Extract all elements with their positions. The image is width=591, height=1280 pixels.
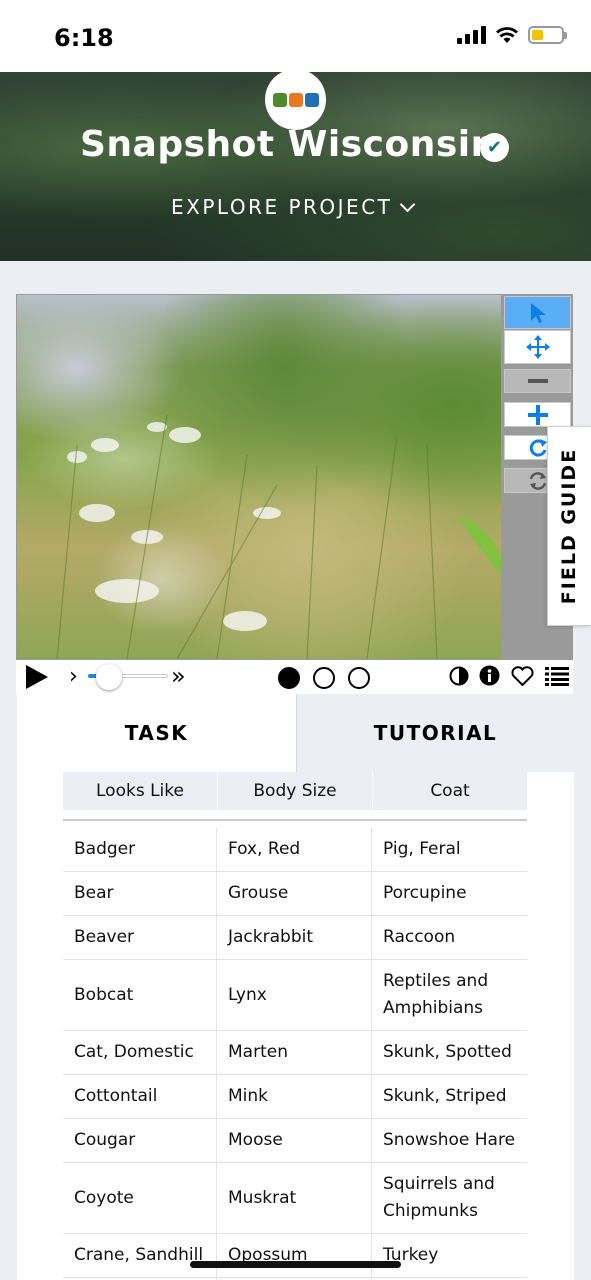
wifi-icon [496, 27, 518, 43]
frame-2-button[interactable] [313, 667, 335, 689]
reset-icon [529, 471, 546, 490]
species-choice[interactable]: Porcupine [372, 872, 527, 916]
explore-project-label: EXPLORE PROJECT [171, 195, 393, 219]
species-choice[interactable]: Opossum [217, 1234, 372, 1278]
species-choice[interactable]: Coyote [63, 1163, 217, 1234]
pointer-tool-button[interactable] [504, 296, 571, 329]
frame-3-button[interactable] [348, 667, 370, 689]
status-bar: 6:18 [0, 0, 591, 72]
species-choice[interactable]: Cottontail [63, 1075, 217, 1119]
species-grid: Badger Fox, Red Pig, Feral Bear Grouse Porcup… [63, 828, 527, 1280]
species-choice[interactable]: Snowshoe Hare [372, 1119, 527, 1163]
subject-viewer [16, 294, 573, 660]
status-time: 6:18 [54, 24, 114, 52]
invert-icon[interactable] [449, 666, 469, 686]
species-choice[interactable]: Grouse [217, 872, 372, 916]
info-icon[interactable] [479, 665, 500, 686]
species-choice[interactable]: Lynx [217, 960, 372, 1031]
grass-overlay [56, 414, 501, 659]
species-choice[interactable]: Fox, Red [217, 828, 372, 872]
species-choice[interactable]: Marten [217, 1031, 372, 1075]
battery-icon [528, 26, 567, 44]
species-choice[interactable]: Mink [217, 1075, 372, 1119]
species-choice[interactable]: Beaver [63, 916, 217, 960]
species-choice[interactable]: Reptiles and Amphibians [372, 960, 527, 1031]
project-title: Snapshot Wisconsin [80, 124, 497, 165]
project-header: Snapshot Wisconsin ✔ EXPLORE PROJECT [0, 72, 591, 261]
zoom-in-icon [527, 404, 548, 425]
species-choice[interactable]: Crane, Sandhill [63, 1234, 217, 1278]
tab-tutorial[interactable]: TUTORIAL [296, 694, 574, 772]
species-choice[interactable]: Turkey [372, 1234, 527, 1278]
play-icon[interactable] [26, 665, 48, 689]
species-choice[interactable]: Cat, Domestic [63, 1031, 217, 1075]
species-choice[interactable]: Jackrabbit [217, 916, 372, 960]
move-icon [525, 335, 550, 359]
chevron-down-icon [400, 196, 416, 212]
species-choice[interactable]: Raccoon [372, 916, 527, 960]
collections-icon[interactable] [545, 666, 569, 686]
species-choice[interactable]: Pig, Feral [372, 828, 527, 872]
checkmark-icon: ✔ [480, 133, 509, 162]
divider [63, 819, 527, 821]
status-icons [457, 26, 567, 44]
step-forward-icon[interactable]: › [69, 664, 78, 689]
move-tool-button[interactable] [504, 330, 571, 364]
tab-task[interactable]: TASK [17, 694, 296, 772]
species-choice[interactable]: Badger [63, 828, 217, 872]
species-choice[interactable]: Cougar [63, 1119, 217, 1163]
body-size-filter[interactable]: Body Size [218, 772, 372, 810]
filter-bar: Looks Like Body Size Coat [63, 772, 527, 810]
field-guide-label: FIELD GUIDE [558, 447, 581, 605]
species-choice[interactable]: Moose [217, 1119, 372, 1163]
species-choice[interactable]: Muskrat [217, 1163, 372, 1234]
species-choice[interactable]: Skunk, Striped [372, 1075, 527, 1119]
signal-icon [457, 26, 486, 44]
playback-controls: › » [16, 660, 573, 694]
species-choice[interactable]: Bear [63, 872, 217, 916]
subject-image[interactable] [17, 295, 501, 659]
species-choice[interactable]: Bobcat [63, 960, 217, 1031]
pointer-icon [530, 302, 546, 323]
coat-filter[interactable]: Coat [373, 772, 527, 810]
home-indicator [190, 1261, 401, 1268]
explore-project-button[interactable]: EXPLORE PROJECT [171, 195, 416, 219]
field-guide-button[interactable]: FIELD GUIDE [547, 426, 591, 626]
zoom-out-icon [527, 379, 548, 383]
looks-like-filter[interactable]: Looks Like [63, 772, 217, 810]
species-choice[interactable]: Skunk, Spotted [372, 1031, 527, 1075]
zoom-in-button[interactable] [504, 402, 571, 427]
playback-slider-thumb[interactable] [96, 664, 122, 690]
species-choice[interactable]: Squirrels and Chipmunks [372, 1163, 527, 1234]
frame-1-button[interactable] [278, 667, 300, 689]
task-panel: TASK TUTORIAL Looks Like Body Size Coat … [17, 694, 574, 1280]
fast-forward-icon[interactable]: » [171, 662, 186, 690]
zoom-out-button[interactable] [504, 369, 571, 393]
heart-icon[interactable] [511, 666, 534, 686]
project-logo [265, 72, 326, 130]
rotate-icon [529, 438, 547, 457]
